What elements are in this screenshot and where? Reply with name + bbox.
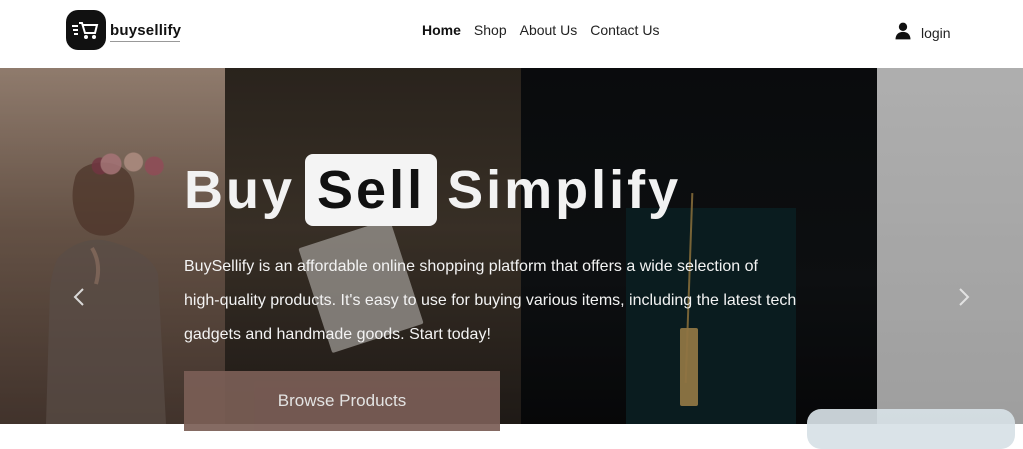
login-label: login [921, 24, 951, 41]
brand-logo[interactable]: buysellify [66, 10, 181, 50]
shopping-cart-icon [66, 10, 106, 50]
main-nav: Home Shop About Us Contact Us [422, 22, 659, 38]
browse-products-button[interactable]: Browse Products [184, 371, 500, 431]
hero-description-line-1: BuySellify is an affordable online shopp… [184, 258, 758, 275]
hero-title-buy: Buy [184, 160, 296, 220]
brand-name: buysellify [110, 21, 182, 39]
carousel-next-button[interactable] [952, 286, 974, 308]
hero-dark-overlay [0, 68, 1023, 424]
brand-underline [110, 41, 180, 42]
login-link[interactable]: login [893, 21, 951, 44]
user-icon [893, 21, 913, 44]
hero-title-sell: Sell [305, 154, 438, 226]
nav-about-us[interactable]: About Us [520, 22, 578, 38]
nav-home[interactable]: Home [422, 22, 461, 38]
chevron-left-icon [69, 288, 91, 312]
hero-description: BuySellify is an affordable online shopp… [184, 250, 874, 352]
carousel-prev-button[interactable] [69, 286, 91, 308]
chat-widget[interactable] [807, 409, 1015, 449]
nav-shop[interactable]: Shop [474, 22, 507, 38]
hero-title: Buy Sell Simplify [184, 154, 681, 226]
nav-contact-us[interactable]: Contact Us [590, 22, 659, 38]
chevron-right-icon [952, 288, 974, 312]
hero-description-line-2: high-quality products. It's easy to use … [184, 292, 797, 309]
hero-carousel [0, 68, 1023, 424]
hero-title-simplify: Simplify [447, 160, 682, 220]
site-header: buysellify Home Shop About Us Contact Us… [0, 0, 1023, 68]
hero-description-line-3: gadgets and handmade goods. Start today! [184, 326, 491, 343]
